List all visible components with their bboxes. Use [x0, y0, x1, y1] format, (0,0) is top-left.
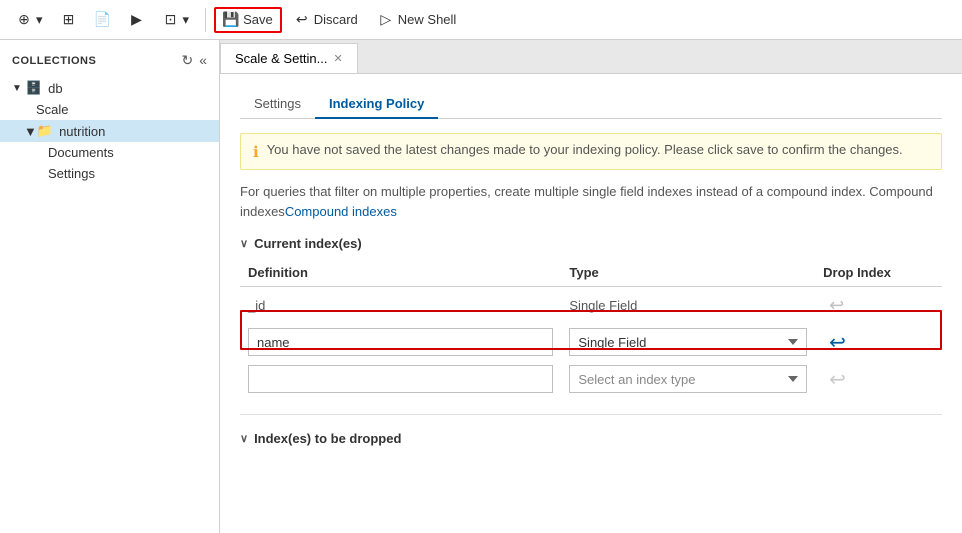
table-header-row: Definition Type Drop Index [240, 261, 942, 287]
discard-label: Discard [314, 12, 358, 27]
indexes-to-drop-header: ∨ Index(es) to be dropped [240, 431, 942, 446]
section-divider [240, 414, 942, 415]
split-chevron: ▾ [183, 12, 190, 28]
discard-icon: ↩ [294, 12, 310, 28]
id-type-value: Single Field [569, 298, 637, 313]
drop-toggle-icon[interactable]: ∨ [240, 432, 248, 445]
open-button[interactable]: ⊞ [53, 8, 85, 32]
info-text-prefix: For queries that filter on multiple prop… [240, 184, 866, 199]
file-icon: 📄 [95, 12, 111, 28]
new-shell-button[interactable]: ▷ New Shell [370, 8, 465, 32]
current-indexes-header: ∨ Current index(es) [240, 236, 942, 251]
drop-index-button-new: ↩ [823, 365, 852, 394]
new-definition-cell[interactable] [240, 361, 561, 398]
sidebar-item-db[interactable]: ▼ 🗄️ db [0, 77, 219, 99]
tab-bar: Scale & Settin... ✕ [220, 40, 962, 74]
toolbar-left-group: ⊕ ▾ ⊞ 📄 ▶ ⊡ ▾ [8, 8, 197, 32]
collapse-icon[interactable]: « [199, 52, 207, 69]
db-icon: 🗄️ [26, 80, 42, 96]
nutrition-label: nutrition [59, 124, 105, 139]
collection-icon: 📁 [37, 123, 53, 139]
open-icon: ⊞ [61, 12, 77, 28]
new-icon: ⊕ [16, 12, 32, 28]
tab-close-button[interactable]: ✕ [334, 52, 343, 65]
scale-settings-tab[interactable]: Scale & Settin... ✕ [220, 43, 358, 73]
warning-message: You have not saved the latest changes ma… [267, 142, 903, 157]
col-type: Type [561, 261, 815, 287]
id-definition-value: _id [248, 298, 265, 313]
index-table: Definition Type Drop Index _id Sin [240, 261, 942, 398]
warning-icon: ℹ [253, 143, 259, 161]
nutrition-triangle: ▼ [24, 124, 37, 139]
new-type-select[interactable]: Select an index type Single Field Compou… [569, 365, 807, 393]
new-drop-cell: ↩ [815, 361, 942, 398]
discard-button[interactable]: ↩ Discard [286, 8, 366, 32]
indexes-to-drop-label: Index(es) to be dropped [254, 431, 401, 446]
new-chevron: ▾ [36, 12, 43, 28]
refresh-icon[interactable]: ↻ [181, 52, 193, 69]
col-definition: Definition [240, 261, 561, 287]
play-button[interactable]: ▶ [121, 8, 153, 32]
split-icon: ⊡ [163, 12, 179, 28]
new-definition-input[interactable] [248, 365, 553, 393]
split-button[interactable]: ⊡ ▾ [155, 8, 198, 32]
file-button[interactable]: 📄 [87, 8, 119, 32]
main-layout: COLLECTIONS ↻ « ▼ 🗄️ db Scale ▼ 📁 nutrit… [0, 40, 962, 533]
sidebar-item-settings[interactable]: Settings [0, 163, 219, 184]
name-type-select[interactable]: Single Field Compound [569, 328, 807, 356]
settings-label: Settings [48, 166, 95, 181]
db-label: db [48, 81, 62, 96]
sidebar-item-scale[interactable]: Scale [0, 99, 219, 120]
table-row: Select an index type Single Field Compou… [240, 361, 942, 398]
collections-title: COLLECTIONS [12, 55, 96, 67]
type-cell: Single Field [561, 286, 815, 324]
sidebar-header: COLLECTIONS ↻ « [0, 48, 219, 77]
drop-index-button-id: ↩ [823, 293, 850, 318]
warning-banner: ℹ You have not saved the latest changes … [240, 133, 942, 170]
shell-icon: ▷ [378, 12, 394, 28]
name-definition-cell[interactable] [240, 324, 561, 361]
toolbar: ⊕ ▾ ⊞ 📄 ▶ ⊡ ▾ 💾 Save ↩ Discard ▷ New She… [0, 0, 962, 40]
drop-cell: ↩ [815, 286, 942, 324]
toolbar-separator-1 [205, 8, 206, 32]
sub-tabs: Settings Indexing Policy [240, 90, 942, 119]
new-shell-label: New Shell [398, 12, 457, 27]
col-drop-index: Drop Index [815, 261, 942, 287]
definition-cell: _id [240, 286, 561, 324]
drop-index-button-name[interactable]: ↩ [823, 328, 852, 357]
save-label: Save [243, 12, 273, 27]
sidebar-item-nutrition[interactable]: ▼ 📁 nutrition [0, 120, 219, 142]
new-type-cell[interactable]: Select an index type Single Field Compou… [561, 361, 815, 398]
name-drop-cell: ↩ [815, 324, 942, 361]
page-content: Settings Indexing Policy ℹ You have not … [220, 74, 962, 533]
sidebar-header-icons: ↻ « [181, 52, 207, 69]
sidebar-item-documents[interactable]: Documents [0, 142, 219, 163]
new-button[interactable]: ⊕ ▾ [8, 8, 51, 32]
name-definition-input[interactable] [248, 328, 553, 356]
table-row: Single Field Compound ↩ [240, 324, 942, 361]
compound-indexes-link-text[interactable]: Compound indexes [285, 204, 397, 219]
save-button[interactable]: 💾 Save [214, 7, 282, 33]
tab-settings[interactable]: Settings [240, 90, 315, 119]
table-row: _id Single Field ↩ [240, 286, 942, 324]
triangle-icon: ▼ [12, 83, 22, 94]
save-icon: 💾 [223, 12, 239, 28]
play-icon: ▶ [129, 12, 145, 28]
name-type-cell[interactable]: Single Field Compound [561, 324, 815, 361]
current-toggle-icon[interactable]: ∨ [240, 237, 248, 250]
scale-label: Scale [36, 102, 69, 117]
current-indexes-label: Current index(es) [254, 236, 362, 251]
documents-label: Documents [48, 145, 114, 160]
content-area: Scale & Settin... ✕ Settings Indexing Po… [220, 40, 962, 533]
index-table-wrapper: Definition Type Drop Index _id Sin [240, 261, 942, 398]
sidebar: COLLECTIONS ↻ « ▼ 🗄️ db Scale ▼ 📁 nutrit… [0, 40, 220, 533]
info-text: For queries that filter on multiple prop… [240, 182, 942, 222]
tab-label: Scale & Settin... [235, 51, 328, 66]
tab-indexing-policy[interactable]: Indexing Policy [315, 90, 438, 119]
